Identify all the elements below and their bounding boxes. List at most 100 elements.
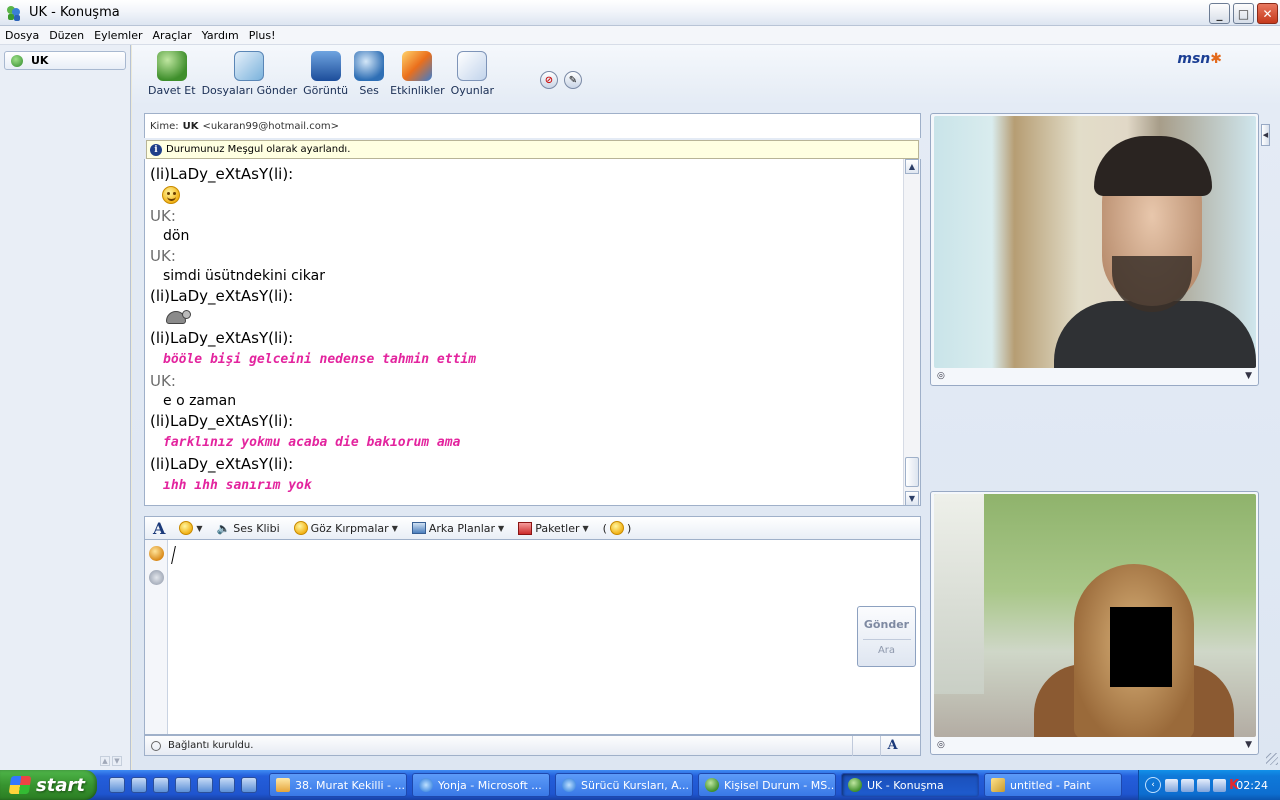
taskbar-item[interactable]: Kişisel Durum - MS... <box>698 773 836 797</box>
sidebar-scroll-down-icon[interactable]: ▼ <box>112 756 122 766</box>
recipient-bar: Kime: UK <ukaran99@hotmail.com> <box>144 113 921 138</box>
emoticon-picker[interactable]: ▼ <box>179 521 203 535</box>
handwriting-icon[interactable] <box>852 736 876 756</box>
taskbar-item[interactable]: Sürücü Kursları, A... <box>555 773 693 797</box>
taskbar-item-active[interactable]: UK - Konuşma <box>841 773 979 797</box>
sidebar-scroll-up-icon[interactable]: ▲ <box>100 756 110 766</box>
quicklaunch-icon[interactable] <box>219 777 235 793</box>
speaker-icon: 🔈 <box>216 521 231 535</box>
quicklaunch-icon[interactable] <box>109 777 125 793</box>
ie-icon[interactable] <box>131 777 147 793</box>
nudge-button[interactable]: () <box>603 521 631 535</box>
scroll-down-arrow-icon[interactable]: ▼ <box>905 491 919 505</box>
voice-button[interactable]: Ses <box>354 51 385 105</box>
backgrounds-button[interactable]: Arka Planlar ▼ <box>411 522 504 535</box>
games-button[interactable]: Oyunlar <box>451 51 494 105</box>
media-player-icon[interactable] <box>241 777 257 793</box>
voice-label: Ses <box>359 84 379 97</box>
webcam-menu-chevron-icon[interactable]: ▼ <box>1245 371 1252 381</box>
send-button-group: Gönder Ara <box>857 606 916 667</box>
menu-eylemler[interactable]: Eylemler <box>89 29 147 42</box>
title-bar: UK - Konuşma _ □ ✕ <box>0 0 1280 26</box>
voice-clip-icon[interactable] <box>149 570 164 585</box>
quicklaunch-icon[interactable] <box>197 777 213 793</box>
invite-button[interactable]: Davet Et <box>148 51 196 105</box>
message-body: simdi üsütndekini cikar <box>163 268 325 284</box>
ie-icon <box>419 778 433 792</box>
smiley-icon <box>179 521 194 535</box>
resize-grip[interactable] <box>1266 753 1278 765</box>
recipient-email: <ukaran99@hotmail.com> <box>202 120 339 132</box>
customize-icon[interactable]: ✎ <box>564 71 582 89</box>
activities-icon <box>402 51 433 81</box>
message-sender: (li)LaDy_eXtAsY(li): <box>150 287 294 305</box>
taskbar-item[interactable]: untitled - Paint <box>984 773 1122 797</box>
webcam-options-icon[interactable]: ◎ <box>937 371 945 381</box>
maximize-button[interactable]: □ <box>1233 3 1254 24</box>
own-webcam-panel: ◎ ▼ <box>930 491 1259 755</box>
menu-araclar[interactable]: Araçlar <box>148 29 197 42</box>
msn-icon <box>705 778 719 792</box>
games-label: Oyunlar <box>450 84 495 97</box>
taskbar-item[interactable]: Yonja - Microsoft ... <box>412 773 550 797</box>
message-sender: UK: <box>150 247 176 265</box>
video-button[interactable]: Görüntü <box>303 51 348 105</box>
chat-history[interactable]: (li)LaDy_eXtAsY(li): UK: dön UK: simdi ü… <box>144 159 921 506</box>
clock: 02:24 <box>1236 778 1268 792</box>
message-input[interactable] <box>144 540 921 735</box>
font-style-button[interactable]: A <box>880 736 904 756</box>
display-picture-icon[interactable] <box>149 546 164 561</box>
msn-tray-icon[interactable] <box>1197 778 1210 792</box>
contact-name: UK <box>31 54 49 67</box>
collapse-panel-icon[interactable]: ◀ <box>1261 124 1270 146</box>
contact-webcam-panel: ◎ ▼ ◀ <box>930 113 1270 386</box>
smiley-icon <box>162 186 180 204</box>
contact-chip[interactable]: UK <box>4 51 126 70</box>
mail-icon[interactable] <box>1213 778 1226 792</box>
send-button[interactable]: Gönder <box>864 618 909 631</box>
recipient-name: UK <box>182 120 199 132</box>
volume-icon[interactable] <box>1181 778 1194 792</box>
activities-button[interactable]: Etkinlikler <box>390 51 445 105</box>
search-button[interactable]: Ara <box>878 645 895 656</box>
history-scrollbar[interactable]: ▲ ▼ <box>903 159 920 505</box>
menu-duzen[interactable]: Düzen <box>44 29 89 42</box>
webcam-options-icon[interactable]: ◎ <box>937 740 945 750</box>
invite-icon <box>156 51 187 81</box>
start-button[interactable]: start <box>0 770 97 800</box>
minimize-button[interactable]: _ <box>1209 3 1230 24</box>
system-tray: ‹ K 02:24 <box>1138 770 1280 800</box>
winks-button[interactable]: Göz Kırpmalar ▼ <box>293 521 398 535</box>
text-cursor <box>171 546 176 564</box>
menu-plus[interactable]: Plus! <box>244 29 281 42</box>
menu-dosya[interactable]: Dosya <box>0 29 44 42</box>
turtle-icon <box>162 308 191 326</box>
sound-clip-button[interactable]: 🔈 Ses Klibi <box>217 522 280 535</box>
menu-yardim[interactable]: Yardım <box>197 29 244 42</box>
block-icon[interactable]: ⊘ <box>540 71 558 89</box>
message-body: bööle bişi gelceini nedense tahmin ettim <box>163 352 477 367</box>
message-sender: (li)LaDy_eXtAsY(li): <box>150 455 294 473</box>
packs-button[interactable]: Paketler ▼ <box>518 521 589 535</box>
message-sender: (li)LaDy_eXtAsY(li): <box>150 412 294 430</box>
quicklaunch-icon[interactable] <box>153 777 169 793</box>
message-body: e o zaman <box>163 393 237 409</box>
tray-icon[interactable] <box>1165 778 1178 792</box>
message-body: ıhh ıhh sanırım yok <box>163 478 312 493</box>
taskbar-item[interactable]: 38. Murat Kekilli - ... <box>269 773 407 797</box>
close-button[interactable]: ✕ <box>1257 3 1278 24</box>
message-body <box>150 184 900 206</box>
quicklaunch-icon[interactable] <box>175 777 191 793</box>
notice-text: Durumunuz Meşgul olarak ayarlandı. <box>166 144 351 155</box>
recipient-label: Kime: <box>150 120 179 132</box>
font-button[interactable]: A <box>153 519 165 538</box>
message-sender: (li)LaDy_eXtAsY(li): <box>150 165 294 183</box>
scroll-up-arrow-icon[interactable]: ▲ <box>905 159 919 174</box>
message-sender: (li)LaDy_eXtAsY(li): <box>150 329 294 347</box>
send-files-button[interactable]: Dosyaları Gönder <box>202 51 297 105</box>
scroll-thumb[interactable] <box>905 457 919 487</box>
send-files-icon <box>234 51 265 81</box>
tray-expand-icon[interactable]: ‹ <box>1145 777 1161 793</box>
msn-buddy-icon <box>5 4 23 22</box>
webcam-menu-chevron-icon[interactable]: ▼ <box>1245 740 1252 750</box>
